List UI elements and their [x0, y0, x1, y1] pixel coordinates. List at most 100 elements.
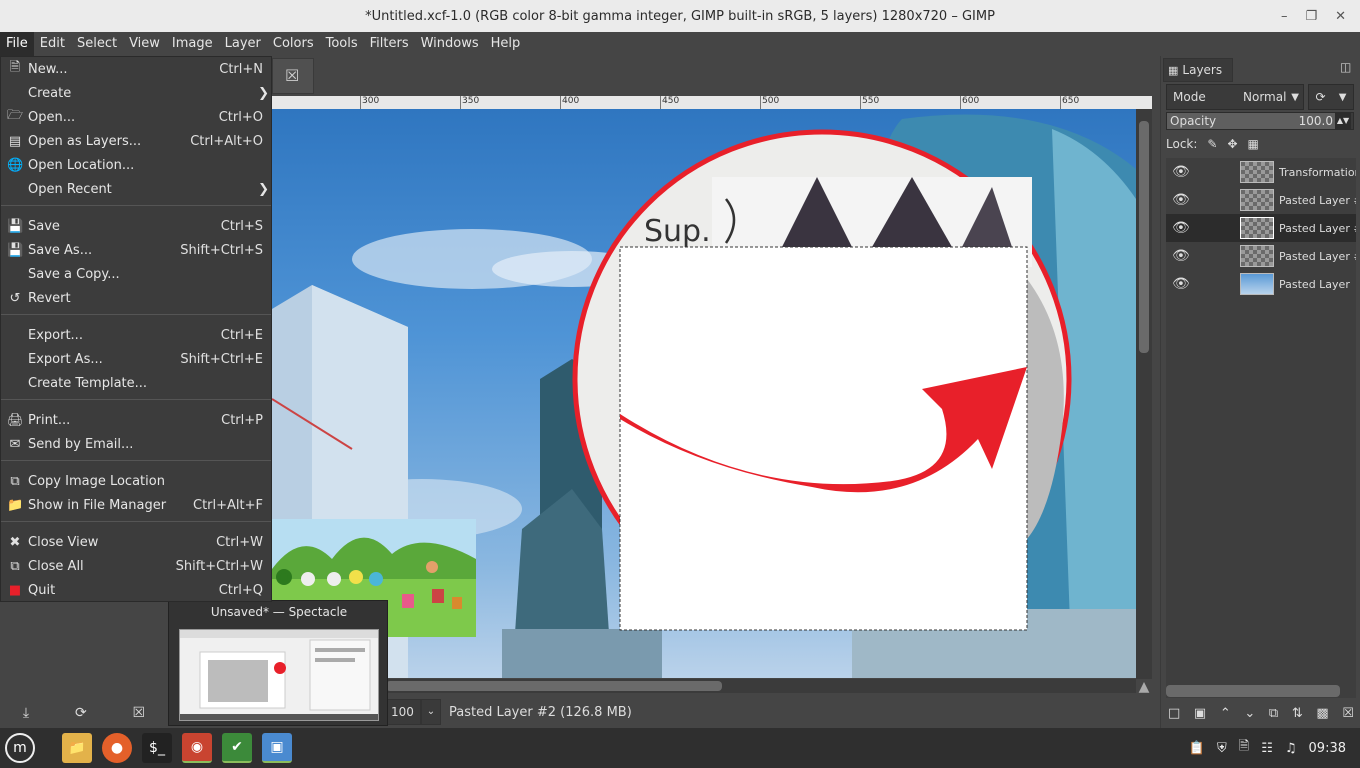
zoom-dropdown-icon[interactable]: ⌄ [421, 699, 441, 725]
lock-position-icon[interactable]: ✥ [1227, 137, 1237, 151]
menu-windows[interactable]: Windows [415, 32, 485, 56]
shield-tray-icon[interactable]: ⛨ [1217, 741, 1227, 756]
menu-help[interactable]: Help [485, 32, 527, 56]
sound-icon[interactable]: ♫ [1285, 741, 1297, 756]
reset-icon[interactable]: ⟳ [75, 705, 87, 721]
layer-list-scrollbar[interactable] [1166, 685, 1340, 697]
menu-item-open-location[interactable]: 🌐 Open Location... [1, 153, 271, 177]
mint-menu-icon[interactable]: m [5, 733, 35, 763]
menu-item-create-template[interactable]: Create Template... [1, 371, 271, 395]
new-layer-icon[interactable]: □ [1168, 706, 1180, 721]
tab-layers[interactable]: ▦ Layers [1163, 58, 1233, 82]
lock-pixels-icon[interactable]: ✎ [1207, 137, 1217, 151]
clipboard-icon[interactable]: 📋 [1189, 741, 1205, 756]
mask-icon[interactable]: ▩ [1316, 706, 1328, 721]
menu-item-print[interactable]: 🖨 Print... Ctrl+P [1, 408, 271, 432]
menu-item-open-recent[interactable]: Open Recent ❯ [1, 177, 271, 201]
menu-item-save-copy[interactable]: Save a Copy... [1, 262, 271, 286]
opacity-slider[interactable]: Opacity 100.0 ▲▼ [1166, 112, 1354, 130]
layer-row-selected[interactable]: 👁 Pasted Layer # [1166, 214, 1356, 242]
chevron-down-icon[interactable]: ▼ [1339, 92, 1347, 103]
menu-item-export-as[interactable]: Export As... Shift+Ctrl+E [1, 347, 271, 371]
delete-layer-icon[interactable]: ☒ [1342, 706, 1354, 721]
clock[interactable]: 09:38 [1309, 741, 1346, 756]
horizontal-scroll-thumb[interactable] [386, 681, 722, 691]
visibility-eye-icon[interactable]: 👁 [1172, 220, 1190, 236]
menu-item-label: Close All [28, 558, 84, 574]
zoom-field[interactable]: 100 % [387, 699, 421, 743]
terminal-icon[interactable]: $_ [142, 733, 172, 763]
menu-item-label: Save [28, 218, 60, 234]
menu-separator [1, 460, 271, 461]
menu-item-quit[interactable]: ■ Quit Ctrl+Q [1, 578, 271, 602]
menu-item-revert[interactable]: ↺ Revert [1, 286, 271, 310]
menu-item-open-as-layers[interactable]: ▤ Open as Layers... Ctrl+Alt+O [1, 129, 271, 153]
visibility-eye-icon[interactable]: 👁 [1172, 192, 1190, 208]
image-canvas[interactable]: Sup. [272, 109, 1136, 678]
preview-thumbnail[interactable] [179, 629, 379, 721]
copy-icon: ⧉ [10, 473, 20, 489]
gimp-icon[interactable]: ◉ [182, 733, 212, 763]
shield-icon[interactable]: ✔ [222, 733, 252, 763]
layer-row[interactable]: 👁 Pasted Layer [1166, 270, 1356, 298]
notes-icon[interactable]: 🗎 [1239, 737, 1249, 759]
lock-alpha-icon[interactable]: ▦ [1248, 137, 1259, 151]
menu-item-send-email[interactable]: ✉ Send by Email... [1, 432, 271, 456]
menu-item-close-view[interactable]: ✖ Close View Ctrl+W [1, 530, 271, 554]
mode-select[interactable]: Mode Normal ▼ [1166, 84, 1304, 110]
menu-filters[interactable]: Filters [364, 32, 415, 56]
layer-row[interactable]: 👁 Pasted Layer # [1166, 242, 1356, 270]
menu-select[interactable]: Select [71, 32, 123, 56]
spectacle-icon[interactable]: ▣ [262, 733, 292, 763]
ruler-label: 450 [662, 96, 680, 106]
raise-layer-icon[interactable]: ⌃ [1220, 706, 1231, 721]
layer-row[interactable]: 👁 Pasted Layer # [1166, 186, 1356, 214]
minimize-icon[interactable]: – [1281, 9, 1288, 24]
menu-item-label: Save a Copy... [28, 266, 120, 282]
dock-menu-icon[interactable]: ◫ [1340, 60, 1356, 76]
menu-image[interactable]: Image [166, 32, 219, 56]
close-icon[interactable]: ✕ [1335, 9, 1346, 24]
layer-row[interactable]: 👁 Transformation [1166, 158, 1356, 186]
menu-layer[interactable]: Layer [219, 32, 267, 56]
menu-item-new[interactable]: 🗎 New... Ctrl+N [1, 57, 271, 81]
menu-tools[interactable]: Tools [320, 32, 364, 56]
menu-view[interactable]: View [123, 32, 166, 56]
new-group-icon[interactable]: ▣ [1194, 706, 1206, 721]
horizontal-scrollbar[interactable] [272, 679, 1136, 693]
menu-colors[interactable]: Colors [267, 32, 320, 56]
menu-item-show-in-file-manager[interactable]: 📁 Show in File Manager Ctrl+Alt+F [1, 493, 271, 517]
firefox-icon[interactable]: ● [102, 733, 132, 763]
menu-item-save[interactable]: 💾 Save Ctrl+S [1, 214, 271, 238]
menu-item-copy-location[interactable]: ⧉ Copy Image Location [1, 469, 271, 493]
menu-item-export[interactable]: Export... Ctrl+E [1, 323, 271, 347]
menu-item-label: Open as Layers... [28, 133, 142, 149]
reset-mode-icon[interactable]: ⟳ [1316, 90, 1326, 104]
lower-layer-icon[interactable]: ⌄ [1244, 706, 1255, 721]
navigate-icon[interactable]: ▲ [1136, 679, 1152, 695]
menu-edit[interactable]: Edit [34, 32, 71, 56]
visibility-eye-icon[interactable]: 👁 [1172, 248, 1190, 264]
opacity-spin-icon[interactable]: ▲▼ [1335, 113, 1351, 129]
maximize-icon[interactable]: ❐ [1305, 9, 1317, 24]
horizontal-ruler[interactable]: 300 350 400 450 500 550 600 650 [272, 96, 1136, 109]
delete-icon[interactable]: ☒ [133, 705, 146, 721]
menu-item-close-all[interactable]: ⧉ Close All Shift+Ctrl+W [1, 554, 271, 578]
menu-item-save-as[interactable]: 💾 Save As... Shift+Ctrl+S [1, 238, 271, 262]
menu-item-open[interactable]: 🗁 Open... Ctrl+O [1, 105, 271, 129]
visibility-eye-icon[interactable]: 👁 [1172, 276, 1190, 292]
files-icon[interactable]: 📁 [62, 733, 92, 763]
network-icon[interactable]: ☷ [1261, 741, 1273, 756]
menu-item-create[interactable]: Create ❯ [1, 81, 271, 105]
tab-close-icon[interactable]: ☒ [285, 66, 299, 85]
layer-name: Pasted Layer # [1279, 249, 1356, 263]
visibility-eye-icon[interactable]: 👁 [1172, 164, 1190, 180]
vertical-scrollbar[interactable] [1136, 109, 1152, 679]
merge-down-icon[interactable]: ⇅ [1292, 706, 1303, 721]
save-preset-icon[interactable]: ⤓ [23, 705, 29, 721]
duplicate-layer-icon[interactable]: ⧉ [1269, 706, 1278, 721]
menu-file[interactable]: File [0, 32, 34, 56]
system-tray: 📋 ⛨ 🗎 ☷ ♫ 09:38 [1189, 728, 1346, 768]
spectacle-preview[interactable]: Unsaved* — Spectacle [168, 600, 388, 726]
vertical-scroll-thumb[interactable] [1139, 121, 1149, 353]
